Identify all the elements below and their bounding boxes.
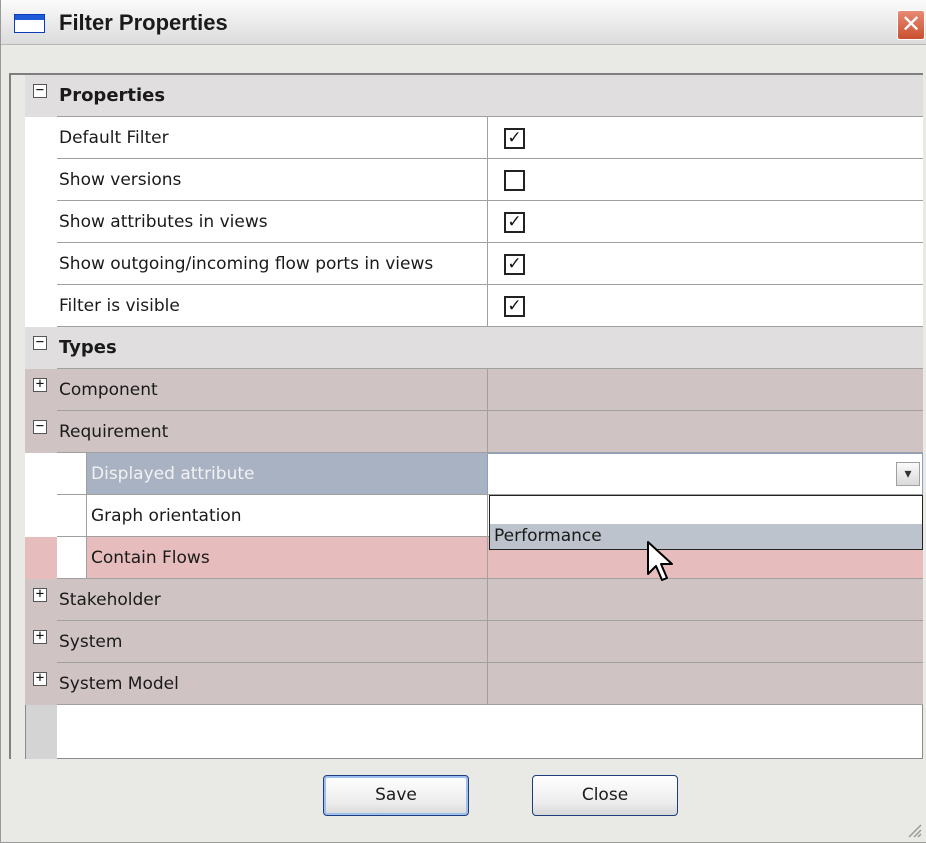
displayed-attribute-dropdown-list: Performance	[489, 495, 923, 550]
section-types-label: Types	[59, 337, 117, 358]
close-icon: ✕	[900, 10, 922, 38]
type-label: System	[59, 632, 123, 652]
child-row-displayed-attribute[interactable]: Displayed attribute ▾	[25, 453, 923, 495]
expand-system-toggle[interactable]: +	[33, 629, 47, 644]
child-label: Displayed attribute	[87, 453, 487, 495]
show-attributes-checkbox[interactable]: ✓	[504, 212, 525, 233]
type-row-component[interactable]: + Component	[25, 369, 923, 411]
property-row-show-attributes: Show attributes in views ✓	[25, 201, 923, 243]
property-row-show-versions: Show versions	[25, 159, 923, 201]
property-row-filter-visible: Filter is visible ✓	[25, 285, 923, 327]
row-indent	[57, 537, 87, 579]
mouse-pointer-icon	[647, 541, 673, 581]
property-value-cell	[487, 159, 923, 201]
window-title: Filter Properties	[59, 10, 228, 35]
filter-properties-dialog: Filter Properties ✕ − Properties Default…	[0, 0, 926, 843]
type-label: System Model	[59, 674, 179, 694]
type-label: Stakeholder	[59, 590, 161, 610]
dropdown-option-performance[interactable]: Performance	[490, 524, 922, 549]
property-label: Filter is visible	[59, 296, 180, 316]
expand-system-model-toggle[interactable]: +	[33, 671, 47, 686]
property-row-default-filter: Default Filter ✓	[25, 117, 923, 159]
type-row-system[interactable]: + System	[25, 621, 923, 663]
save-button[interactable]: Save	[323, 775, 469, 816]
section-properties: − Properties	[25, 75, 923, 117]
show-versions-checkbox[interactable]	[504, 170, 525, 191]
section-properties-label: Properties	[59, 85, 166, 106]
type-label: Requirement	[59, 422, 169, 442]
type-label: Component	[59, 380, 158, 400]
property-row-show-flow-ports: Show outgoing/incoming flow ports in vie…	[25, 243, 923, 285]
expand-stakeholder-toggle[interactable]: +	[33, 587, 47, 602]
grid-frame-left	[9, 73, 25, 759]
property-label: Default Filter	[59, 128, 169, 148]
child-label: Graph orientation	[91, 506, 242, 526]
property-value-cell: ✓	[487, 201, 923, 243]
property-value-cell: ✓	[487, 285, 923, 327]
default-filter-checkbox[interactable]: ✓	[504, 128, 525, 149]
chevron-down-icon[interactable]: ▾	[896, 462, 920, 486]
type-row-system-model[interactable]: + System Model	[25, 663, 923, 705]
property-label: Show attributes in views	[59, 212, 268, 232]
child-label: Contain Flows	[91, 548, 210, 568]
type-row-requirement[interactable]: − Requirement	[25, 411, 923, 453]
collapse-properties-toggle[interactable]: −	[33, 83, 47, 98]
close-button[interactable]: Close	[532, 775, 678, 816]
type-value-cell	[487, 663, 923, 705]
close-window-button[interactable]: ✕	[897, 10, 925, 40]
property-value-cell: ✓	[487, 243, 923, 285]
expand-component-toggle[interactable]: +	[33, 377, 47, 392]
property-value-cell: ✓	[487, 117, 923, 159]
show-flow-ports-checkbox[interactable]: ✓	[504, 254, 525, 275]
type-value-cell	[487, 621, 923, 663]
resize-grip-icon[interactable]	[904, 820, 922, 838]
window-icon	[14, 14, 45, 33]
type-value-cell	[487, 369, 923, 411]
type-row-stakeholder[interactable]: + Stakeholder	[25, 579, 923, 621]
title-bar[interactable]: Filter Properties ✕	[1, 0, 926, 45]
collapse-requirement-toggle[interactable]: −	[33, 419, 47, 434]
collapse-types-toggle[interactable]: −	[33, 335, 47, 350]
row-indent	[57, 495, 87, 537]
displayed-attribute-select[interactable]: ▾	[487, 453, 923, 495]
property-label: Show versions	[59, 170, 182, 190]
type-value-cell	[487, 411, 923, 453]
filter-visible-checkbox[interactable]: ✓	[504, 296, 525, 317]
section-types: − Types	[25, 327, 923, 369]
property-label: Show outgoing/incoming flow ports in vie…	[59, 254, 434, 274]
type-value-cell	[487, 579, 923, 621]
row-indent	[57, 453, 87, 495]
